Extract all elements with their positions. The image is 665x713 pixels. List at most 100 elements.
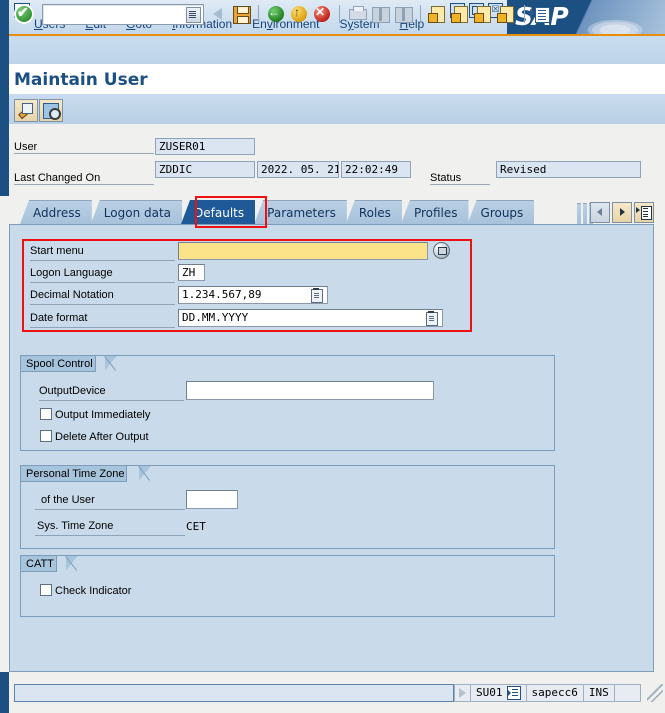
pencil-icon (18, 102, 33, 117)
defaults-tab-content: Start menu Logon Language ZH Decimal Not… (9, 224, 654, 672)
status-transaction[interactable]: SU01 (471, 684, 527, 702)
toolbar-group-nav: ← ↑ ✕ (208, 4, 552, 24)
tab-overflow-stub-2 (583, 203, 587, 225)
tab-list: Address Logon data Defaults Parameters R… (20, 200, 535, 226)
scroll-tabs-right-button[interactable] (612, 202, 632, 223)
catt-title: CATT (20, 555, 57, 572)
of-the-user-label: of the User (41, 494, 95, 506)
find-icon[interactable] (370, 4, 390, 24)
status-cells: SU01 sapecc6 INS (454, 684, 641, 702)
magnifier-icon (43, 103, 61, 120)
tab-strip: Address Logon data Defaults Parameters R… (9, 196, 654, 228)
header-fields (0, 124, 665, 196)
date-format-dropdown-icon[interactable] (426, 311, 438, 326)
status-transaction-code: SU01 (476, 686, 503, 699)
transaction-menu-icon[interactable] (506, 686, 521, 700)
sys-time-zone-label-rule (35, 535, 185, 536)
status-system[interactable]: sapecc6 (526, 684, 584, 702)
delete-after-output-label: Delete After Output (55, 431, 149, 443)
tab-profiles[interactable]: Profiles (400, 200, 469, 224)
last-changed-on-label: Last Changed On (14, 172, 154, 185)
start-menu-f4-icon[interactable] (433, 242, 450, 259)
command-field[interactable] (42, 4, 204, 25)
changed-date-value[interactable]: 2022. 05. 21 (257, 161, 339, 178)
tab-groups[interactable]: Groups (467, 200, 535, 224)
decimal-notation-input[interactable]: 1.234.567,89 (178, 286, 328, 304)
delete-after-output-checkbox[interactable] (40, 430, 52, 442)
toolbar-separator (258, 5, 259, 23)
last-page-icon[interactable] (497, 4, 517, 24)
output-device-label: OutputDevice (39, 385, 106, 397)
logon-language-label-rule (30, 282, 175, 283)
resize-grip[interactable] (647, 684, 663, 702)
spool-control-group: Spool Control OutputDevice Output Immedi… (20, 355, 555, 451)
date-format-input[interactable]: DD.MM.YYYY (178, 309, 443, 327)
main-toolbar (0, 36, 665, 64)
status-extra (614, 684, 641, 702)
back-arrow-icon[interactable] (208, 4, 228, 24)
start-menu-input[interactable] (178, 242, 428, 260)
date-format-label: Date format (30, 312, 88, 324)
personal-time-zone-title-slant (139, 465, 152, 482)
status-accent-stripe (0, 672, 9, 713)
catt-title-slant (66, 555, 79, 572)
sys-time-zone-value: CET (186, 520, 206, 533)
page-title-accent-stripe (0, 64, 9, 94)
status-expand-icon[interactable] (454, 684, 471, 702)
application-toolbar (0, 94, 665, 124)
tab-overflow-stub-1 (577, 203, 581, 225)
decimal-notation-dropdown-icon[interactable] (311, 288, 323, 303)
tab-defaults[interactable]: Defaults (181, 200, 256, 224)
user-value[interactable]: ZUSER01 (155, 138, 255, 155)
check-indicator-checkbox[interactable] (40, 584, 52, 596)
change-button[interactable] (14, 99, 38, 122)
user-label: User (14, 141, 154, 154)
first-page-icon[interactable] (428, 4, 448, 24)
tab-address[interactable]: Address (20, 200, 92, 224)
output-device-label-rule (39, 400, 184, 401)
of-the-user-label-rule (35, 509, 185, 510)
date-format-label-rule (30, 327, 175, 328)
output-immediately-label: Output Immediately (55, 409, 151, 421)
status-value[interactable]: Revised (496, 161, 641, 178)
tab-parameters[interactable]: Parameters (254, 200, 347, 224)
page-title: Maintain User (14, 70, 148, 90)
changed-time-value[interactable]: 22:02:49 (341, 161, 411, 178)
command-input[interactable] (45, 6, 185, 23)
output-immediately-checkbox[interactable] (40, 408, 52, 420)
exit-yellow-icon[interactable]: ↑ (289, 4, 309, 24)
cancel-red-icon[interactable]: ✕ (312, 4, 332, 24)
start-menu-label: Start menu (30, 245, 84, 257)
output-device-input[interactable] (186, 381, 434, 400)
catt-group: CATT Check Indicator (20, 555, 555, 617)
logon-language-label: Logon Language (30, 267, 113, 279)
save-icon[interactable] (231, 4, 251, 24)
app-toolbar-accent-stripe (0, 94, 9, 124)
command-dropdown-icon[interactable] (186, 7, 201, 23)
personal-time-zone-group: Personal Time Zone of the User Sys. Time… (20, 465, 555, 549)
spool-control-title: Spool Control (20, 355, 96, 372)
personal-time-zone-title: Personal Time Zone (20, 465, 128, 482)
tab-logon-data[interactable]: Logon data (90, 200, 183, 224)
back-green-icon[interactable]: ← (266, 4, 286, 24)
display-button[interactable] (39, 99, 63, 122)
status-insert-mode[interactable]: INS (583, 684, 615, 702)
toolbar-accent-stripe (0, 36, 9, 64)
tab-nav-buttons (590, 202, 654, 223)
tab-roles[interactable]: Roles (345, 200, 402, 224)
toolbar-separator-3 (420, 5, 421, 23)
create-session-icon[interactable] (530, 4, 552, 24)
tab-list-button[interactable] (634, 202, 654, 223)
logon-language-input[interactable]: ZH (178, 264, 205, 281)
scroll-tabs-left-button[interactable] (590, 202, 610, 223)
status-label: Status (430, 172, 490, 185)
spool-control-title-slant (105, 355, 118, 372)
changed-by-value[interactable]: ZDDIC (155, 161, 255, 178)
print-icon[interactable] (347, 4, 367, 24)
of-the-user-input[interactable] (186, 490, 238, 509)
find-next-icon[interactable] (393, 4, 413, 24)
sys-time-zone-label: Sys. Time Zone (37, 520, 114, 532)
next-page-icon[interactable] (474, 4, 494, 24)
enter-ok-icon[interactable] (14, 4, 34, 24)
previous-page-icon[interactable] (451, 4, 471, 24)
